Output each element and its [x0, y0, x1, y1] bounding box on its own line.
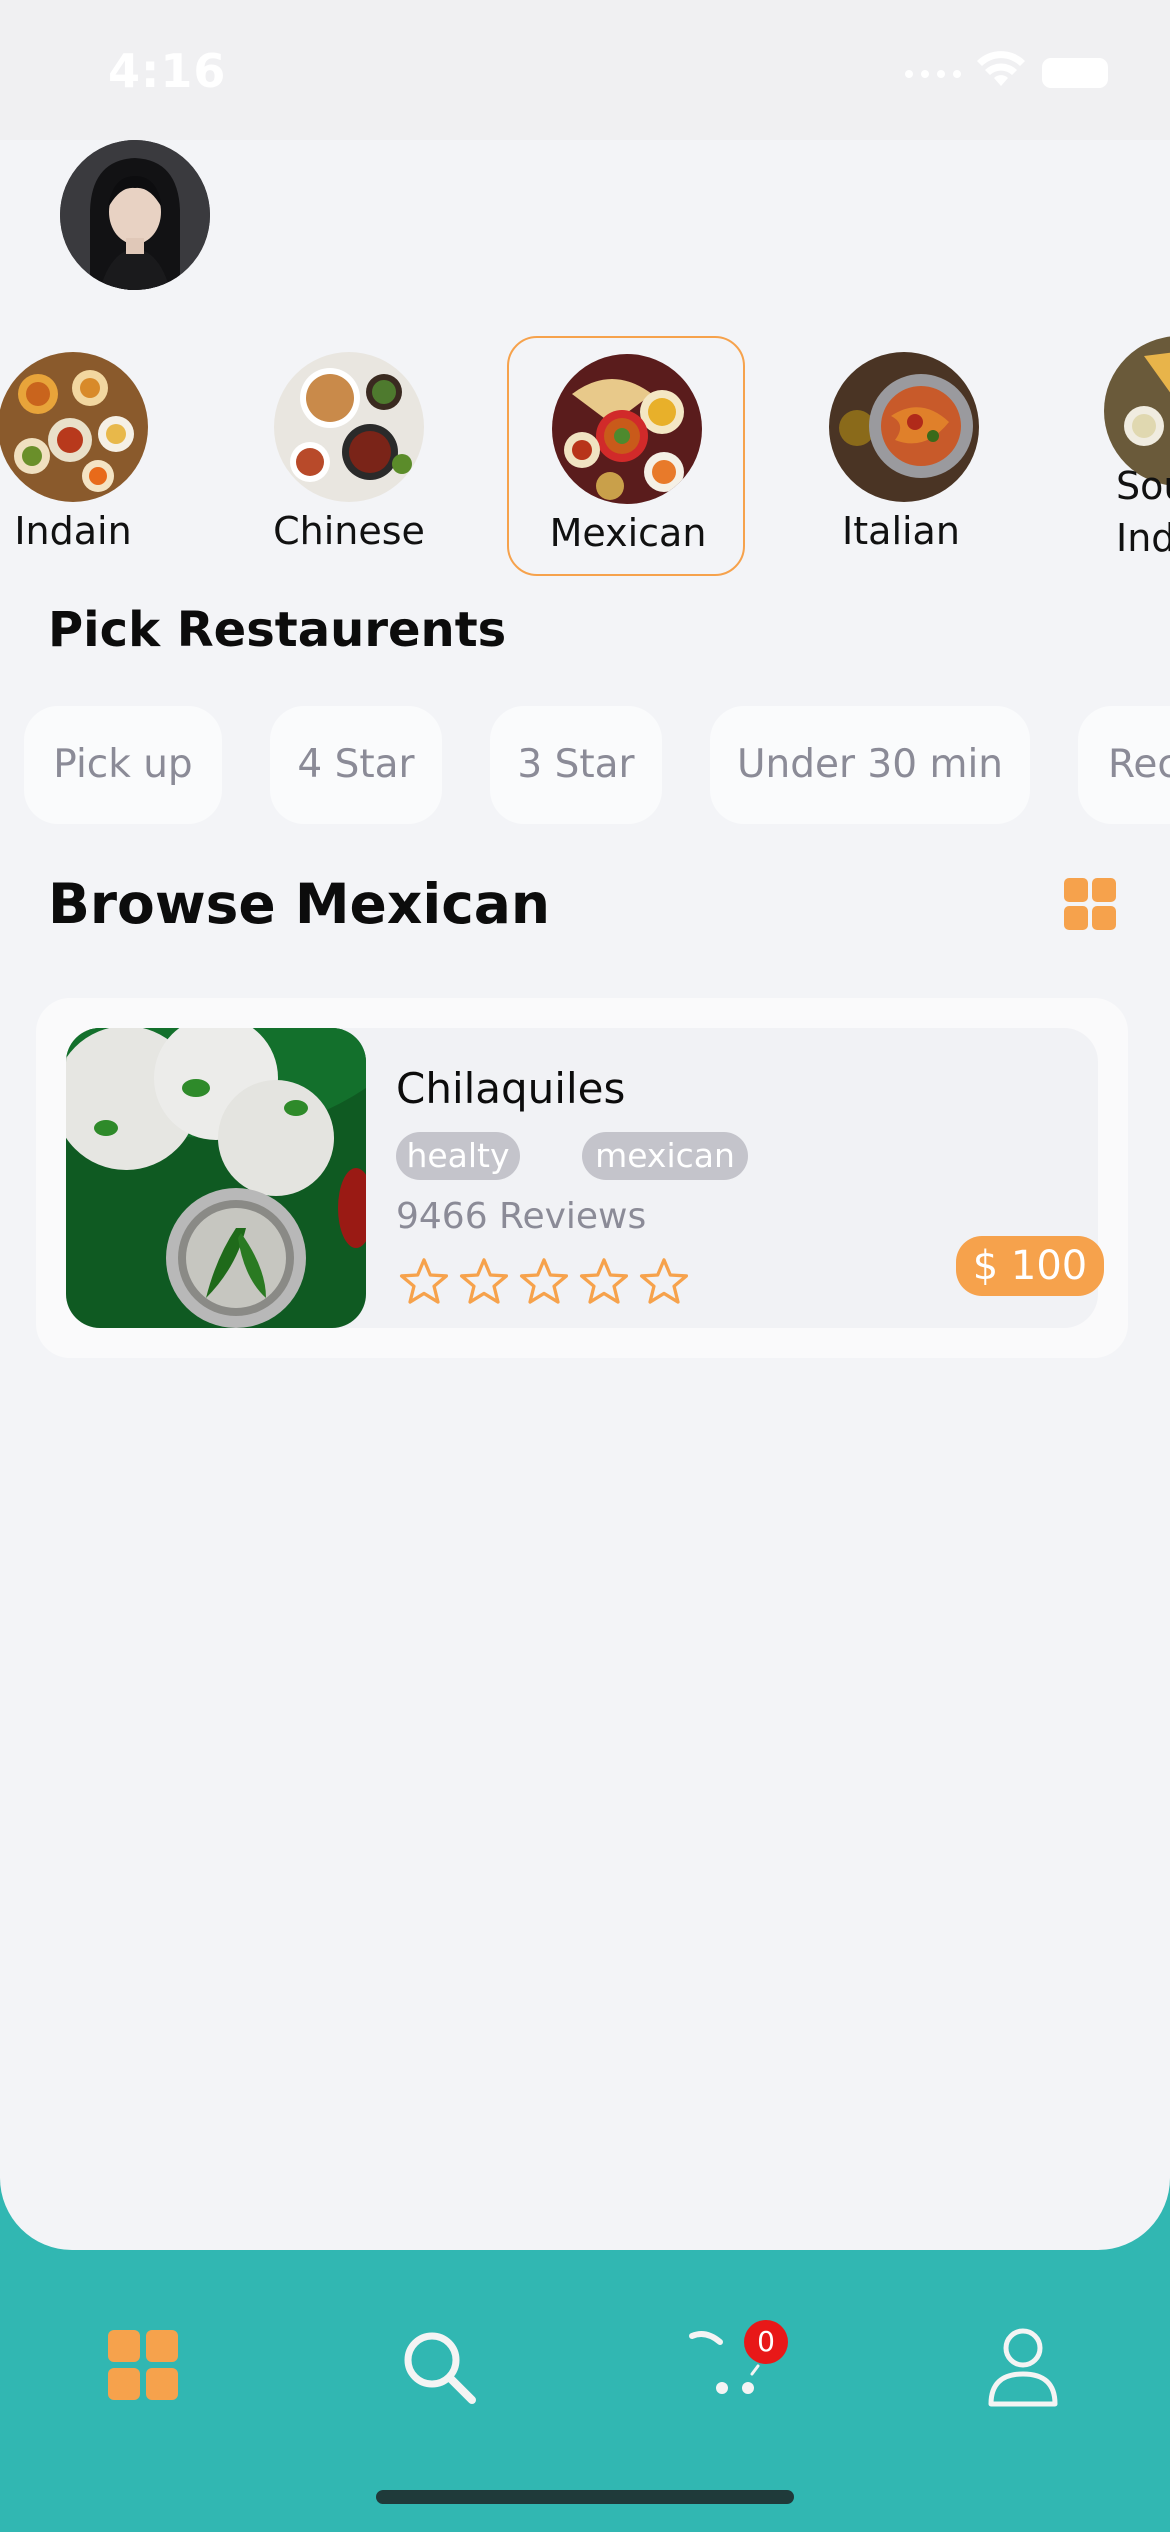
battery-icon — [1042, 58, 1108, 88]
filter-chip-4-star[interactable]: 4 Star — [270, 706, 442, 824]
mexican-food-image — [552, 354, 702, 504]
wifi-icon — [977, 51, 1025, 86]
star-outline-icon — [579, 1258, 629, 1304]
home-indicator[interactable] — [376, 2490, 794, 2504]
category-south-indian[interactable]: South Indian — [1060, 336, 1170, 576]
star-outline-icon — [639, 1258, 689, 1304]
filter-chips: Pick up 4 Star 3 Star Under 30 min Recom… — [0, 706, 1170, 826]
category-chinese[interactable]: Chinese — [230, 336, 468, 576]
filter-chip-under-30-min[interactable]: Under 30 min — [710, 706, 1030, 824]
star-outline-icon — [459, 1258, 509, 1304]
home-grid-icon[interactable] — [106, 2328, 180, 2402]
chinese-food-image — [274, 352, 424, 502]
dish-price[interactable]: $ 100 — [956, 1236, 1104, 1296]
category-italian[interactable]: Italian — [782, 336, 1020, 576]
star-outline-icon — [399, 1258, 449, 1304]
category-mexican[interactable]: Mexican — [507, 336, 745, 576]
search-icon[interactable] — [402, 2330, 478, 2406]
pick-restaurants-title: Pick Restaurents — [48, 602, 507, 658]
user-avatar[interactable] — [60, 140, 210, 290]
filter-chip-recommended[interactable]: Recommended — [1078, 706, 1170, 824]
status-bar: 4:16 — [0, 0, 1170, 140]
category-label: Chinese — [273, 509, 425, 553]
filter-chip-pick-up[interactable]: Pick up — [24, 706, 222, 824]
grid-view-icon[interactable] — [1064, 878, 1118, 932]
dish-tag-mexican: mexican — [582, 1132, 748, 1180]
main-content: Indain Chinese Mexican Italian So Ind Pi… — [0, 140, 1170, 2250]
italian-food-image — [829, 352, 979, 502]
category-label: Indain — [14, 509, 132, 553]
dish-tag-healty: healty — [396, 1132, 520, 1180]
category-label: Italian — [842, 509, 960, 553]
category-label: Mexican — [549, 511, 707, 555]
dish-name: Chilaquiles — [396, 1064, 626, 1113]
dish-reviews: 9466 Reviews — [396, 1196, 647, 1237]
browse-title: Browse Mexican — [48, 872, 551, 936]
indian-food-image — [0, 352, 148, 502]
category-indian[interactable]: Indain — [0, 336, 192, 576]
dish-rating — [396, 1254, 692, 1310]
profile-icon[interactable] — [986, 2326, 1060, 2408]
star-outline-icon — [519, 1258, 569, 1304]
dish-card-inner: Chilaquiles healty mexican 9466 Reviews … — [66, 1028, 1104, 1328]
filter-chip-3-star[interactable]: 3 Star — [490, 706, 662, 824]
cart-count-badge: 0 — [744, 2320, 788, 2364]
dish-image — [66, 1028, 366, 1328]
status-time: 4:16 — [108, 44, 227, 98]
category-label: South Indian — [1116, 464, 1170, 560]
cellular-signal-icon — [905, 70, 961, 78]
dish-card[interactable]: Chilaquiles healty mexican 9466 Reviews … — [36, 998, 1128, 1358]
